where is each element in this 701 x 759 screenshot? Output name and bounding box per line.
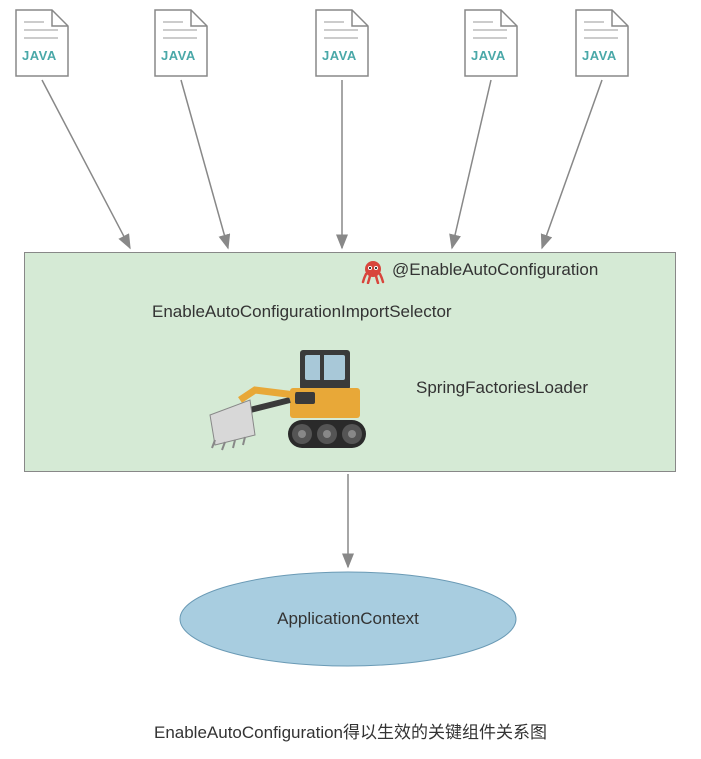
java-file-label: JAVA	[161, 48, 196, 63]
diagram-caption: EnableAutoConfiguration得以生效的关键组件关系图	[154, 718, 547, 743]
java-file-1: JAVA	[14, 8, 70, 78]
context-label: ApplicationContext	[277, 609, 419, 629]
java-file-5: JAVA	[574, 8, 630, 78]
selector-label: EnableAutoConfigurationImportSelector	[152, 302, 452, 322]
octopus-icon	[360, 258, 386, 290]
annotation-label: @EnableAutoConfiguration	[392, 260, 598, 280]
java-file-label: JAVA	[471, 48, 506, 63]
bulldozer-icon	[200, 340, 390, 460]
java-file-label: JAVA	[22, 48, 57, 63]
java-file-label: JAVA	[322, 48, 357, 63]
java-file-2: JAVA	[153, 8, 209, 78]
java-file-3: JAVA	[314, 8, 370, 78]
context-ellipse: ApplicationContext	[178, 570, 518, 668]
loader-label: SpringFactoriesLoader	[416, 378, 588, 398]
java-file-4: JAVA	[463, 8, 519, 78]
java-file-label: JAVA	[582, 48, 617, 63]
